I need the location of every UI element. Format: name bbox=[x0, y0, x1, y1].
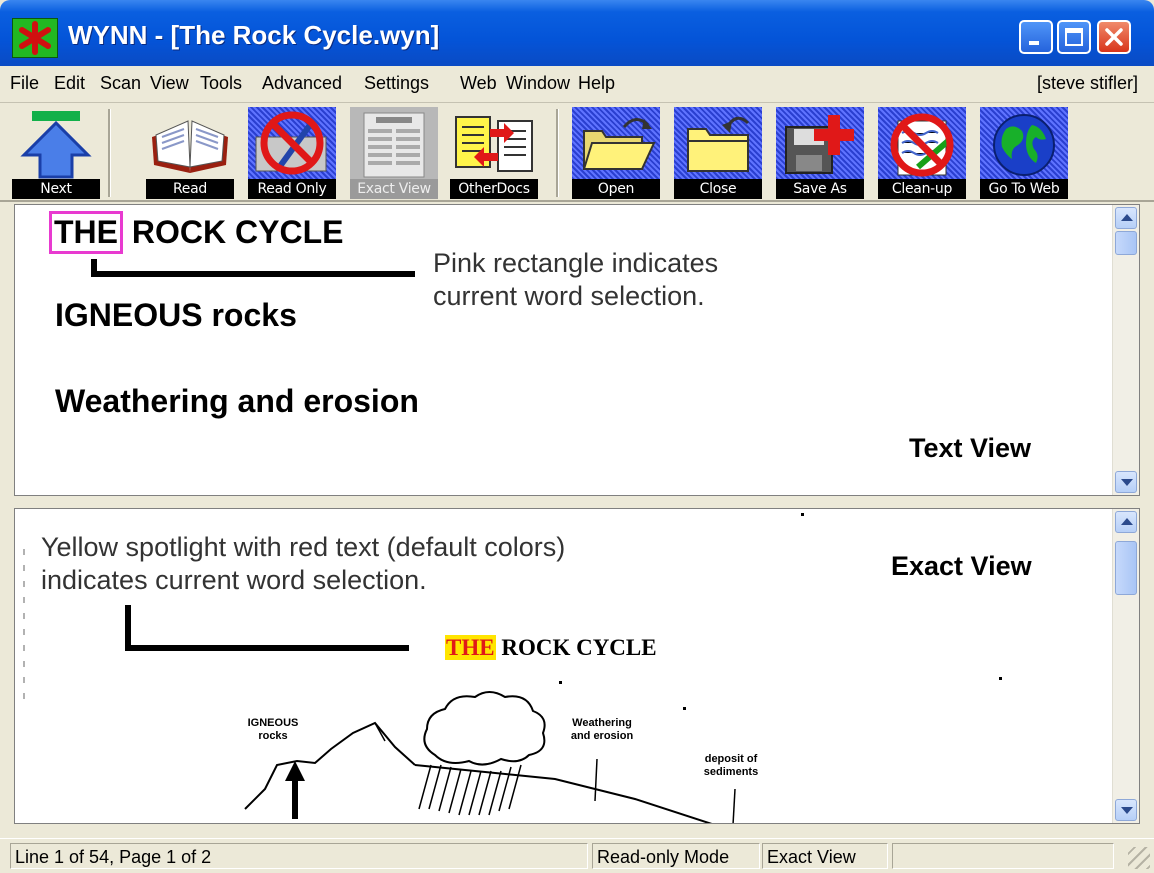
scroll-up-button[interactable] bbox=[1115, 207, 1137, 229]
chevron-up-icon bbox=[1121, 214, 1133, 221]
menu-settings[interactable]: Settings bbox=[364, 73, 429, 94]
save-as-icon bbox=[776, 107, 864, 179]
menu-advanced[interactable]: Advanced bbox=[262, 73, 342, 94]
clean-up-icon bbox=[878, 107, 966, 179]
close-folder-icon bbox=[674, 107, 762, 179]
read-only-button[interactable]: Read Only bbox=[248, 107, 336, 199]
sketch-label-igneous: IGNEOUS rocks bbox=[247, 717, 299, 742]
close-icon bbox=[1105, 28, 1123, 46]
pane-splitter[interactable] bbox=[14, 496, 1140, 508]
exact-title-rest: ROCK CYCLE bbox=[501, 635, 657, 660]
toolbar-separator bbox=[556, 109, 559, 197]
status-view: Exact View bbox=[762, 843, 888, 869]
status-bar: Line 1 of 54, Page 1 of 2 Read-only Mode… bbox=[0, 838, 1154, 873]
scroll-down-button[interactable] bbox=[1115, 471, 1137, 493]
status-mode: Read-only Mode bbox=[592, 843, 760, 869]
clean-up-button[interactable]: Clean-up bbox=[878, 107, 966, 199]
menu-web[interactable]: Web bbox=[460, 73, 497, 94]
pointer-line bbox=[91, 271, 415, 277]
status-extra bbox=[892, 843, 1114, 869]
other-docs-icon bbox=[450, 107, 538, 179]
scroll-thumb[interactable] bbox=[1115, 231, 1137, 255]
menu-view[interactable]: View bbox=[150, 73, 189, 94]
title-bar[interactable]: WYNN - [The Rock Cycle.wyn] bbox=[0, 0, 1154, 66]
window-title: WYNN - [The Rock Cycle.wyn] bbox=[68, 20, 440, 50]
menu-help[interactable]: Help bbox=[578, 73, 615, 94]
menu-edit[interactable]: Edit bbox=[54, 73, 85, 94]
chevron-down-icon bbox=[1121, 807, 1133, 814]
toolbar: Next Read Read Only Exact View OtherDocs… bbox=[0, 103, 1154, 202]
save-as-button[interactable]: Save As bbox=[776, 107, 864, 199]
menu-bar: File Edit Scan View Tools Advanced Setti… bbox=[0, 66, 1154, 103]
globe-icon bbox=[980, 107, 1068, 179]
text-view-pane[interactable]: THE ROCK CYCLE Pink rectangle indicates … bbox=[14, 204, 1140, 496]
close-button[interactable] bbox=[1097, 20, 1131, 54]
scroll-thumb[interactable] bbox=[1115, 541, 1137, 595]
minimize-icon bbox=[1029, 41, 1039, 45]
exact-view-scrollbar[interactable] bbox=[1112, 509, 1139, 823]
maximize-button[interactable] bbox=[1057, 20, 1091, 54]
status-position: Line 1 of 54, Page 1 of 2 bbox=[10, 843, 588, 869]
menu-scan[interactable]: Scan bbox=[100, 73, 141, 94]
wynn-window: WYNN - [The Rock Cycle.wyn] File Edit Sc… bbox=[0, 0, 1154, 873]
go-to-web-button[interactable]: Go To Web bbox=[980, 107, 1068, 199]
spotlight-word-selection[interactable]: THE bbox=[445, 635, 496, 660]
other-docs-button[interactable]: OtherDocs bbox=[450, 107, 538, 199]
red-asterisk-icon[interactable] bbox=[12, 18, 58, 58]
text-line-igneous[interactable]: IGNEOUS rocks bbox=[55, 297, 297, 334]
current-word-selection[interactable]: THE bbox=[49, 211, 123, 254]
text-line-weathering[interactable]: Weathering and erosion bbox=[55, 383, 419, 420]
close-doc-button[interactable]: Close bbox=[674, 107, 762, 199]
minimize-button[interactable] bbox=[1019, 20, 1053, 54]
text-view-label: Text View bbox=[909, 433, 1032, 463]
open-book-icon bbox=[146, 107, 234, 179]
next-arrow-icon bbox=[12, 107, 100, 179]
text-view-title: THE ROCK CYCLE bbox=[49, 211, 344, 254]
menu-file[interactable]: File bbox=[10, 73, 39, 94]
exact-view-button[interactable]: Exact View bbox=[350, 107, 438, 199]
sketch-label-deposit: deposit of sediments bbox=[703, 753, 759, 778]
menu-tools[interactable]: Tools bbox=[200, 73, 242, 94]
exact-view-title: THE ROCK CYCLE bbox=[445, 635, 657, 661]
read-button[interactable]: Read bbox=[146, 107, 234, 199]
open-folder-icon bbox=[572, 107, 660, 179]
scroll-up-button[interactable] bbox=[1115, 511, 1137, 533]
open-button[interactable]: Open bbox=[572, 107, 660, 199]
next-button[interactable]: Next bbox=[12, 107, 100, 199]
exact-view-pane[interactable]: Yellow spotlight with red text (default … bbox=[14, 508, 1140, 824]
no-edit-icon bbox=[248, 107, 336, 179]
resize-grip[interactable] bbox=[1128, 847, 1150, 869]
title-rest: ROCK CYCLE bbox=[131, 214, 344, 250]
current-user: [steve stifler] bbox=[1036, 73, 1138, 93]
text-view-annotation: Pink rectangle indicates current word se… bbox=[433, 248, 719, 311]
exact-view-icon bbox=[350, 107, 438, 179]
sketch-label-weathering: Weathering and erosion bbox=[570, 717, 634, 742]
toolbar-separator bbox=[108, 109, 111, 197]
chevron-down-icon bbox=[1121, 479, 1133, 486]
scroll-down-button[interactable] bbox=[1115, 799, 1137, 821]
menu-window[interactable]: Window bbox=[506, 73, 570, 94]
text-view-scrollbar[interactable] bbox=[1112, 205, 1139, 495]
exact-view-label: Exact View bbox=[891, 551, 1032, 581]
chevron-up-icon bbox=[1121, 518, 1133, 525]
exact-view-annotation: Yellow spotlight with red text (default … bbox=[41, 532, 566, 595]
maximize-icon bbox=[1065, 28, 1083, 46]
